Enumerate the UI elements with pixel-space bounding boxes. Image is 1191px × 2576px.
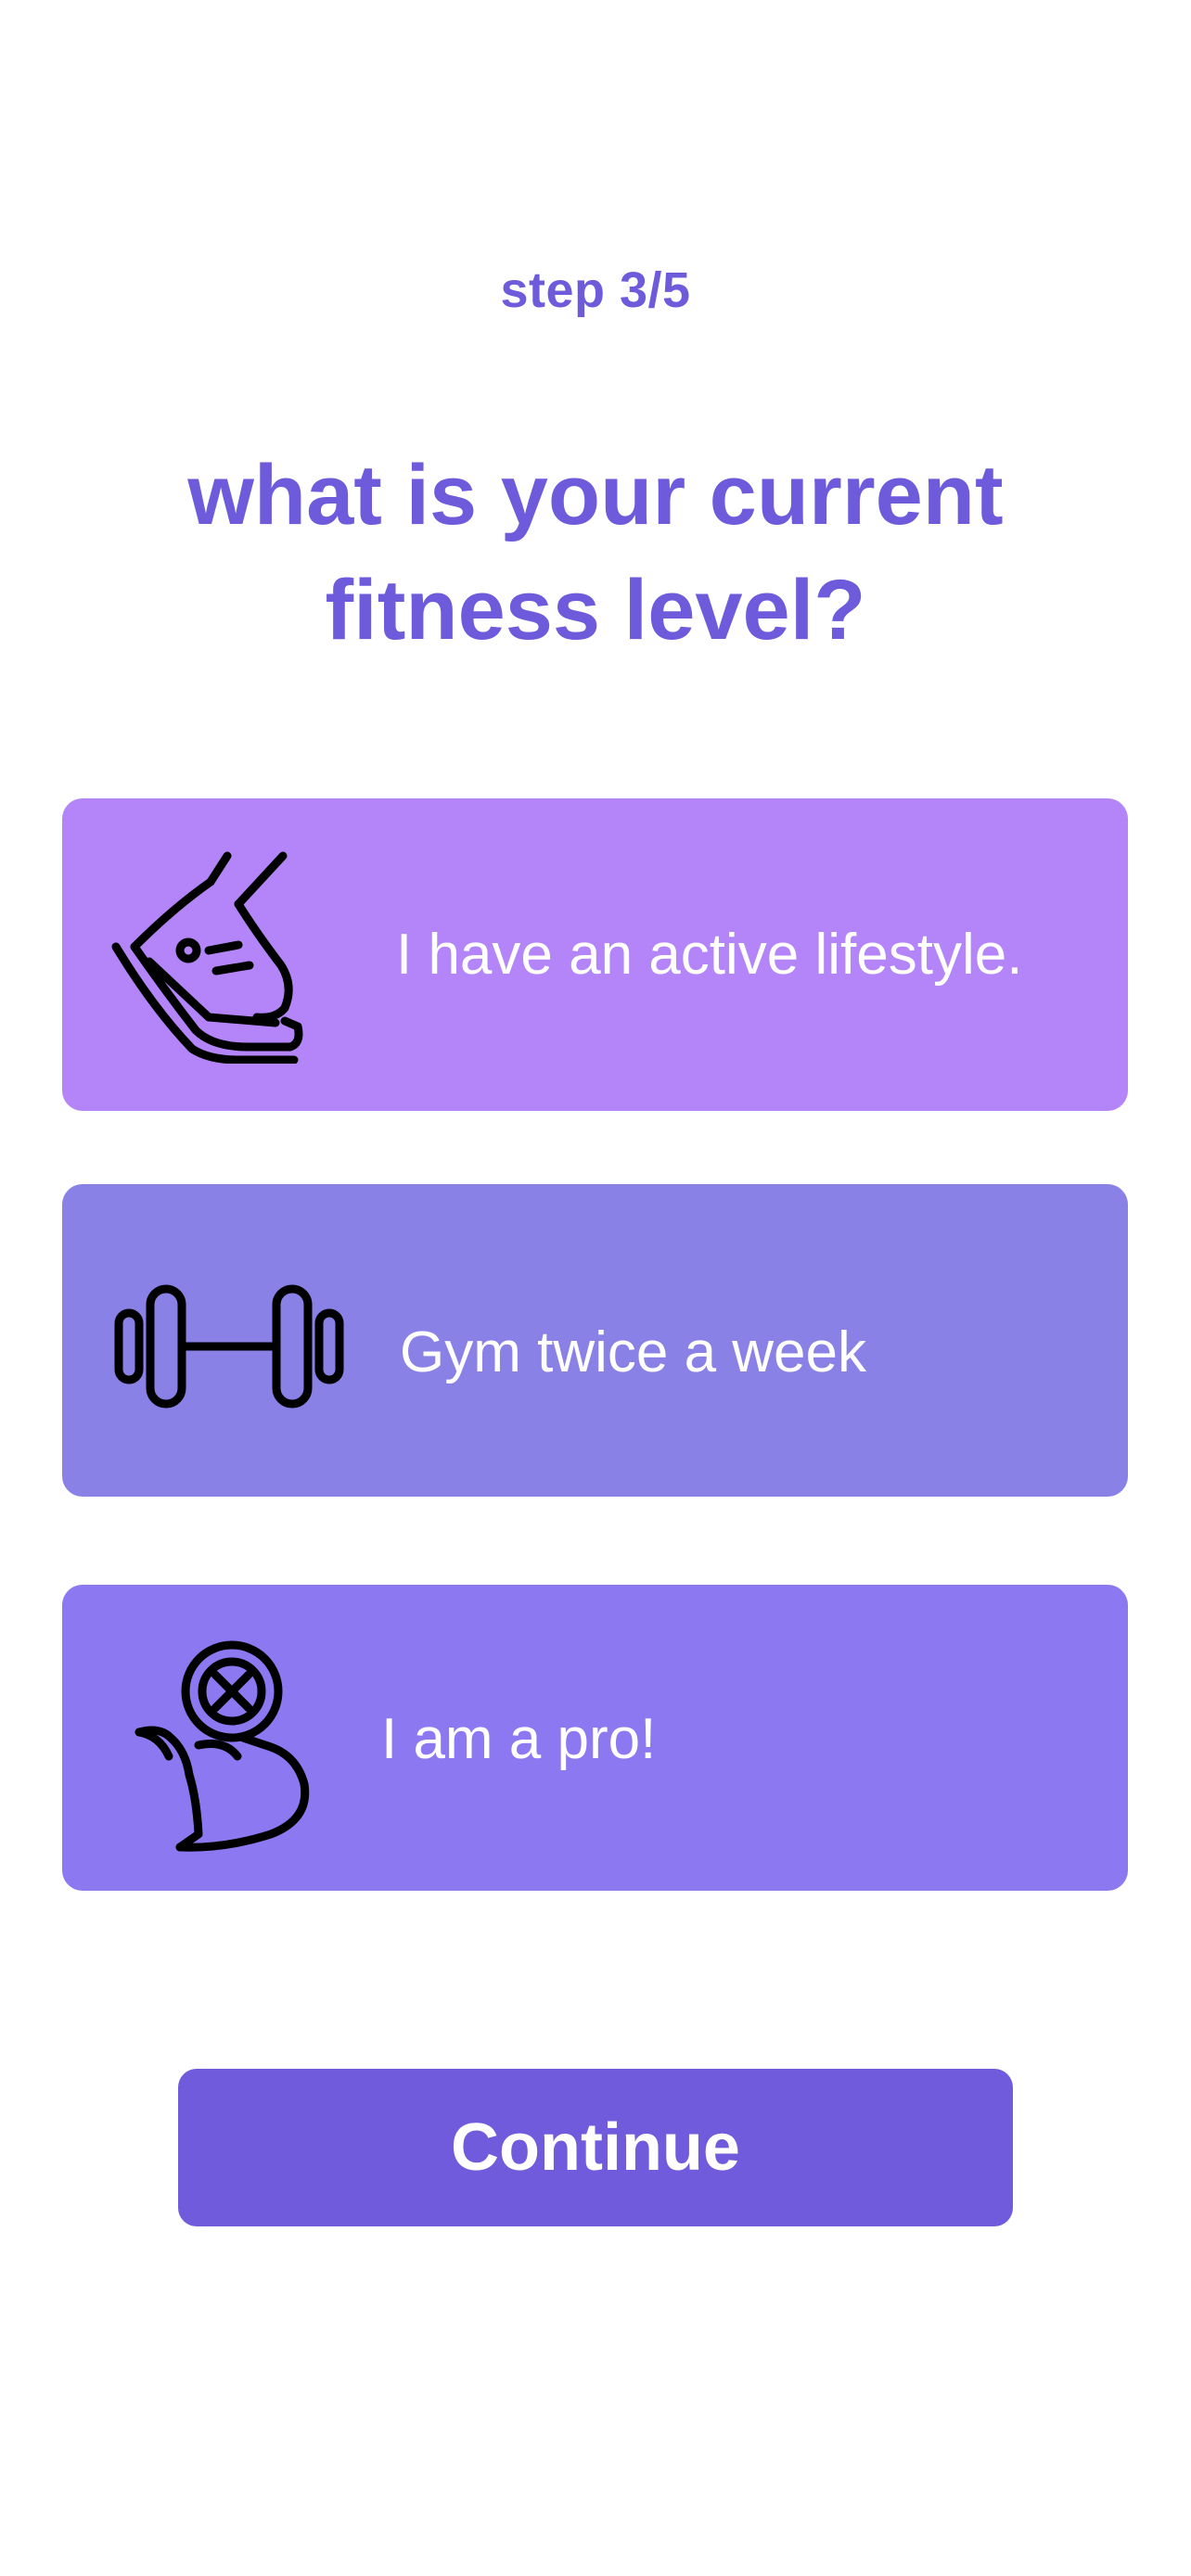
dumbbell-icon (114, 1284, 344, 1409)
step-indicator: step 3/5 (500, 262, 691, 318)
option-gym-twice[interactable]: Gym twice a week (62, 1184, 1128, 1497)
option-active-lifestyle[interactable]: I have an active lifestyle. (62, 798, 1128, 1111)
option-pro[interactable]: I am a pro! (62, 1585, 1128, 1891)
sneaker-icon (111, 851, 303, 1064)
page-title: what is your current fitness level? (0, 438, 1191, 668)
page-title-line-1: what is your current (187, 448, 1004, 542)
muscle-arm-icon (134, 1640, 310, 1852)
option-label: I have an active lifestyle. (396, 923, 1023, 987)
continue-button[interactable]: Continue (178, 2069, 1013, 2226)
option-label: I am a pro! (381, 1707, 657, 1771)
page-title-line-2: fitness level? (325, 563, 866, 657)
option-label: Gym twice a week (400, 1320, 867, 1384)
